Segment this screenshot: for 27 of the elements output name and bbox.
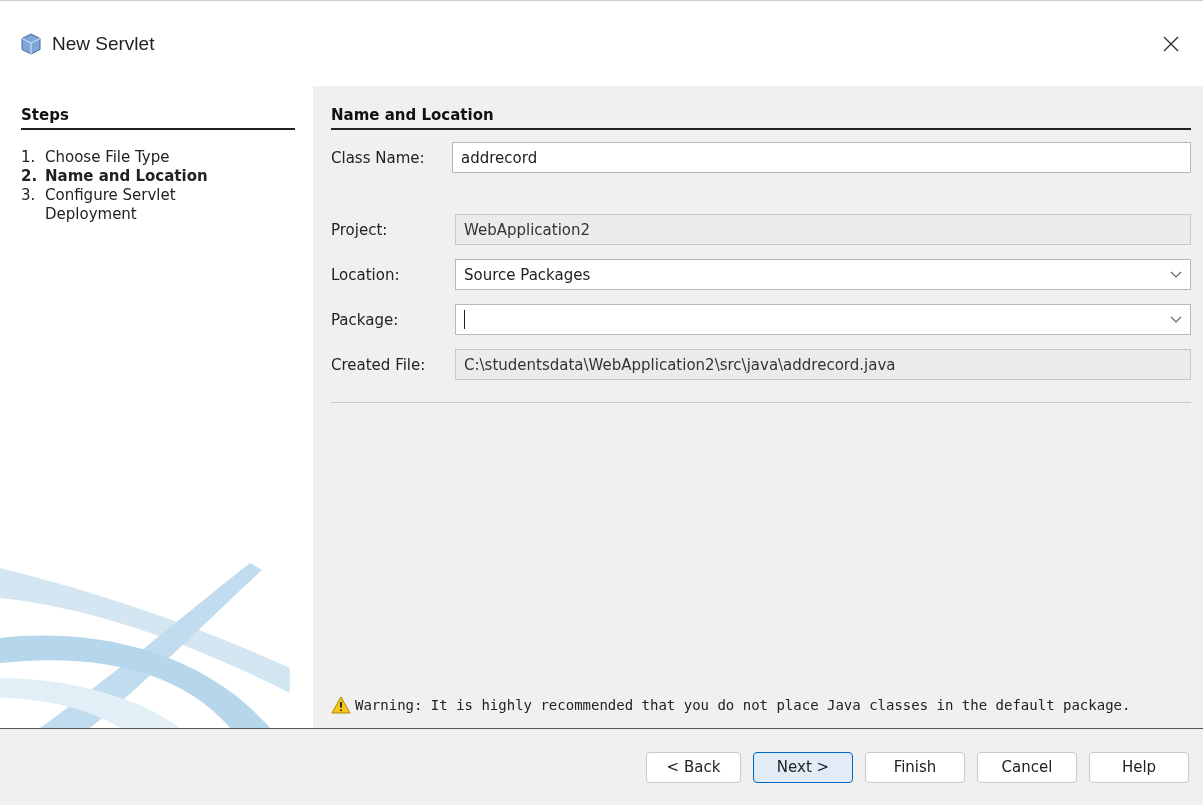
dialog-button[interactable]: Help [1089, 751, 1189, 783]
field-label: Location: [331, 265, 401, 284]
field-label: Project: [331, 220, 389, 239]
dialog-button[interactable]: < Back [646, 751, 741, 783]
dialog-button[interactable]: Finish [865, 751, 965, 783]
input-field[interactable]: addrecord [452, 142, 1191, 173]
field-label: Created File: [331, 355, 427, 374]
dropdown-field[interactable] [455, 304, 1191, 335]
chevron-down-icon[interactable] [1170, 315, 1182, 324]
field-label: Class Name: [331, 148, 426, 167]
warning-message: Warning: It is highly recommended that you do not place Java classes in the default package. [355, 697, 1131, 713]
dropdown-field[interactable]: Source Packages [455, 259, 1191, 290]
step-item: 2. Name and Location [21, 167, 209, 186]
cube-icon [20, 32, 42, 55]
readonly-field: WebApplication2 [455, 214, 1191, 245]
step-item: 1. Choose File Type [21, 148, 171, 167]
readonly-field: C:\studentsdata\WebApplication2\src\java\addrecord.java [455, 349, 1191, 380]
dialog-button[interactable]: Next > [753, 751, 853, 783]
field-label: Package: [331, 310, 400, 329]
window-title: New Servlet [52, 32, 156, 55]
warning-icon [331, 696, 351, 714]
panel-heading: Name and Location [331, 106, 1191, 130]
text-cursor [464, 310, 465, 329]
chevron-down-icon[interactable] [1170, 270, 1182, 279]
dialog-button[interactable]: Cancel [977, 751, 1077, 783]
steps-heading: Steps [21, 106, 295, 130]
step-item: 3. Configure Servlet Deployment [21, 186, 177, 224]
